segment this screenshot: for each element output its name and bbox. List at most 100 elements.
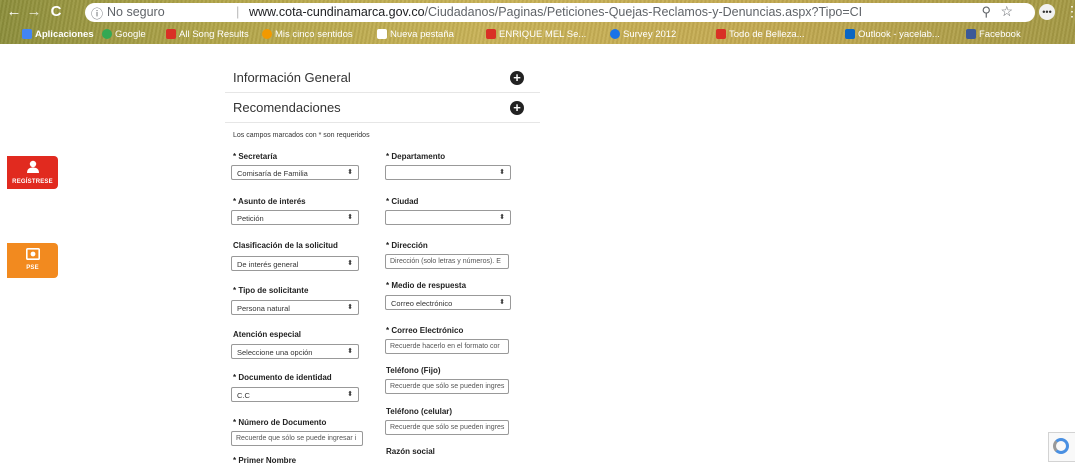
select-value: Comisaría de Familia: [237, 169, 308, 178]
bookmark-enrique[interactable]: ENRIQUE MEL Se...: [486, 27, 586, 41]
select-value: Persona natural: [237, 304, 290, 313]
input-placeholder: Recuerde que sólo se pueden ingres: [390, 383, 505, 390]
register-button[interactable]: REGÍSTRESE: [7, 156, 58, 189]
label-documento: * Documento de identidad: [233, 373, 332, 382]
correo-input[interactable]: Recuerde hacerlo en el formato cor: [385, 339, 509, 354]
banknote-icon: [25, 248, 40, 260]
label-direccion: * Dirección: [386, 241, 428, 250]
select-value: Correo electrónico: [391, 299, 453, 308]
select-value: Petición: [237, 214, 264, 223]
section-general-info[interactable]: Información General +: [225, 62, 540, 93]
menu-kebab-icon[interactable]: ⋮: [1065, 3, 1075, 20]
ciudad-select[interactable]: ⬍: [385, 210, 511, 225]
reload-icon[interactable]: C: [48, 4, 64, 20]
tel-fijo-input[interactable]: Recuerde que sólo se pueden ingres: [385, 379, 509, 394]
label-tipo-solicitante: * Tipo de solicitante: [233, 286, 309, 295]
plus-circle-icon[interactable]: +: [510, 71, 524, 85]
atencion-select[interactable]: Seleccione una opción ⬍: [231, 344, 359, 359]
documento-select[interactable]: C.C ⬍: [231, 387, 359, 402]
label-numero-documento: * Número de Documento: [233, 418, 327, 427]
bookmark-apps[interactable]: Aplicaciones: [22, 27, 94, 41]
music-icon: [166, 29, 176, 39]
bookmark-label: Mis cinco sentidos: [275, 28, 353, 40]
medio-respuesta-select[interactable]: Correo electrónico ⬍: [385, 295, 511, 310]
url-path: /Ciudadanos/Paginas/Peticiones-Quejas-Re…: [424, 5, 863, 19]
page-icon: [377, 29, 387, 39]
asunto-select[interactable]: Petición ⬍: [231, 210, 359, 225]
label-tel-fijo: Teléfono (Fijo): [386, 366, 441, 375]
label-ciudad: * Ciudad: [386, 197, 419, 206]
zoom-icon[interactable]: ⚲: [981, 4, 991, 20]
bookmark-star-icon[interactable]: ☆: [1000, 3, 1013, 20]
info-icon[interactable]: ⓘ: [91, 5, 103, 22]
register-label: REGÍSTRESE: [12, 179, 53, 185]
clasificacion-select[interactable]: De interés general ⬍: [231, 256, 359, 271]
bookmark-survey[interactable]: Survey 2012: [610, 27, 676, 41]
numero-documento-input[interactable]: Recuerde que sólo se puede ingresar i: [231, 431, 363, 446]
direccion-input[interactable]: Dirección (solo letras y números). E: [385, 254, 509, 269]
bookmark-belleza[interactable]: Todo de Belleza...: [716, 27, 805, 41]
select-arrows-icon: ⬍: [347, 348, 353, 355]
bookmark-label: Nueva pestaña: [390, 28, 454, 40]
label-razon-social: Razón social: [386, 447, 435, 456]
bookmark-label: ENRIQUE MEL Se...: [499, 28, 587, 40]
recaptcha-badge[interactable]: [1048, 432, 1075, 462]
label-departamento: * Departamento: [386, 152, 446, 161]
bookmark-outlook[interactable]: Outlook - yacelab...: [845, 27, 940, 41]
url-text[interactable]: www.cota-cundinamarca.gov.co/Ciudadanos/…: [249, 5, 862, 19]
recaptcha-icon: [1053, 438, 1069, 454]
bookmark-new-tab[interactable]: Nueva pestaña: [377, 27, 454, 41]
input-placeholder: Dirección (solo letras y números). E: [390, 258, 501, 265]
pse-button[interactable]: PSE: [7, 243, 58, 278]
select-value: Seleccione una opción: [237, 348, 313, 357]
bookmark-label: Google: [115, 28, 146, 40]
back-arrow-icon[interactable]: ←: [6, 4, 22, 20]
forward-arrow-icon[interactable]: →: [26, 4, 42, 20]
select-arrows-icon: ⬍: [499, 214, 505, 221]
select-arrows-icon: ⬍: [347, 304, 353, 311]
bookmark-label: Aplicaciones: [35, 28, 94, 40]
url-separator: |: [236, 4, 240, 19]
section-recommendations[interactable]: Recomendaciones +: [225, 92, 540, 123]
bookmark-sentidos[interactable]: Mis cinco sentidos: [262, 27, 353, 41]
bookmarks-bar: Aplicaciones Google All Song Results Mis…: [0, 24, 1075, 44]
youtube-icon: [716, 29, 726, 39]
bookmark-songs[interactable]: All Song Results: [166, 27, 249, 41]
departamento-select[interactable]: ⬍: [385, 165, 511, 180]
tel-celular-input[interactable]: Recuerde que sólo se pueden ingres: [385, 420, 509, 435]
select-arrows-icon: ⬍: [347, 391, 353, 398]
facebook-icon: [966, 29, 976, 39]
apps-grid-icon: [22, 29, 32, 39]
input-placeholder: Recuerde que sólo se pueden ingres: [390, 424, 505, 431]
bookmark-label: All Song Results: [179, 28, 249, 40]
bookmark-facebook[interactable]: Facebook: [966, 27, 1021, 41]
url-host: www.cota-cundinamarca.gov.co: [249, 5, 425, 19]
label-clasificacion: Clasificación de la solicitud: [233, 241, 338, 250]
address-bar[interactable]: ⓘ No seguro | www.cota-cundinamarca.gov.…: [85, 3, 1035, 22]
sentidos-icon: [262, 29, 272, 39]
section-title: Información General: [233, 70, 351, 85]
label-tel-celular: Teléfono (celular): [386, 407, 453, 416]
bookmark-label: Outlook - yacelab...: [858, 28, 940, 40]
bookmark-label: Facebook: [979, 28, 1021, 40]
tipo-solicitante-select[interactable]: Persona natural ⬍: [231, 300, 359, 315]
select-value: De interés general: [237, 260, 299, 269]
plus-circle-icon[interactable]: +: [510, 101, 524, 115]
label-atencion: Atención especial: [233, 330, 302, 339]
user-icon: [26, 160, 39, 173]
select-arrows-icon: ⬍: [499, 169, 505, 176]
input-placeholder: Recuerde hacerlo en el formato cor: [390, 343, 500, 350]
input-placeholder: Recuerde que sólo se puede ingresar i: [236, 435, 357, 442]
profile-avatar[interactable]: •••: [1039, 4, 1055, 20]
label-asunto: * Asunto de interés: [233, 197, 306, 206]
label-secretaria: * Secretaría: [233, 152, 278, 161]
bookmark-google[interactable]: Google: [102, 27, 146, 41]
bookmark-label: Survey 2012: [623, 28, 677, 40]
label-medio-respuesta: * Medio de respuesta: [386, 281, 467, 290]
secretaria-select[interactable]: Comisaría de Familia ⬍: [231, 165, 359, 180]
select-value: C.C: [237, 391, 250, 400]
outlook-icon: [845, 29, 855, 39]
required-note: Los campos marcados con * son requeridos: [233, 132, 370, 139]
select-arrows-icon: ⬍: [347, 260, 353, 267]
bookmark-label: Todo de Belleza...: [729, 28, 805, 40]
